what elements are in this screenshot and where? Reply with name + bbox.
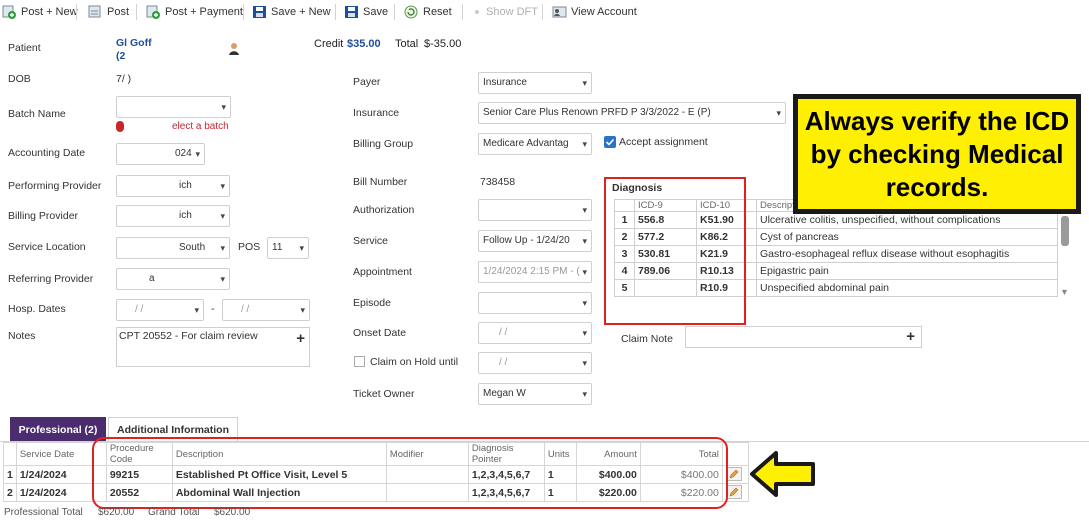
add-claim-note-icon[interactable]: +	[906, 328, 915, 345]
notes-label: Notes	[8, 330, 36, 342]
episode-label: Episode	[353, 297, 391, 309]
toolbar-divider	[542, 4, 543, 20]
accept-assignment-label: Accept assignment	[619, 136, 708, 148]
patient-label: Patient	[8, 42, 41, 54]
arrow-left-icon	[749, 449, 817, 502]
insurance-label: Insurance	[353, 107, 400, 119]
callout-annotation: Always verify the ICD by checking Medica…	[793, 94, 1081, 214]
dx-desc: Cyst of pancreas	[756, 228, 1058, 246]
claim-note-field[interactable]: +	[685, 326, 922, 348]
view-account-button[interactable]: View Account	[552, 2, 637, 22]
diagnosis-highlight-box	[604, 177, 746, 325]
credit-label: Credit	[314, 38, 344, 50]
toolbar-divider	[243, 4, 244, 20]
edit-icon[interactable]	[725, 466, 742, 481]
dob-label: DOB	[8, 73, 31, 85]
appointment-label: Appointment	[353, 266, 412, 278]
post-new-icon	[2, 5, 17, 19]
grand-total-label: Grand Total	[148, 507, 200, 518]
svc-num: 1	[3, 465, 17, 484]
claim-hold-label: Claim on Hold until	[370, 356, 459, 368]
bill-number-label: Bill Number	[353, 176, 408, 188]
professional-total-label: Professional Total	[4, 507, 83, 518]
service-select[interactable]: Follow Up - 1/24/20	[478, 230, 592, 252]
grand-total-value: $620.00	[214, 507, 251, 518]
account-icon	[552, 5, 567, 19]
bill-number-value: 738458	[480, 176, 516, 188]
payer-label: Payer	[353, 76, 381, 88]
reset-icon	[404, 5, 419, 19]
dx-desc: Unspecified abdominal pain	[756, 279, 1058, 297]
toolbar-divider	[76, 4, 77, 20]
ticket-owner-select[interactable]: Megan W	[478, 383, 592, 405]
authorization-select[interactable]	[478, 199, 592, 221]
onset-date-label: Onset Date	[353, 327, 407, 339]
professional-total-value: $620.00	[98, 507, 135, 518]
referring-provider-label: Referring Provider	[8, 273, 94, 285]
total-value: $-35.00	[424, 38, 462, 50]
hosp-dates-label: Hosp. Dates	[8, 303, 66, 315]
dft-icon	[472, 5, 482, 19]
dx-desc: Ulcerative colitis, unspecified, without…	[756, 211, 1058, 229]
billing-provider-label: Billing Provider	[8, 210, 79, 222]
total-label: Total	[395, 38, 419, 50]
services-highlight-box	[92, 437, 728, 509]
batch-name-label: Batch Name	[8, 108, 66, 120]
insurance-select[interactable]: Senior Care Plus Renown PRFD P 3/3/2022 …	[478, 102, 786, 124]
patient-avatar-icon[interactable]	[228, 42, 240, 59]
toolbar-divider	[394, 4, 395, 20]
service-label: Service	[353, 235, 389, 247]
episode-select[interactable]	[478, 292, 592, 314]
toolbar-divider	[462, 4, 463, 20]
claim-note-label: Claim Note	[621, 333, 673, 345]
diagnosis-scrollbar[interactable]	[1061, 216, 1069, 246]
toolbar-divider	[136, 4, 137, 20]
authorization-label: Authorization	[353, 204, 415, 216]
post-button[interactable]: Post	[88, 2, 129, 22]
save-new-button[interactable]: Save + New	[252, 2, 331, 22]
accounting-date-label: Accounting Date	[8, 147, 86, 159]
billing-group-select[interactable]: Medicare Advantag	[478, 133, 592, 155]
accept-assignment-checkbox[interactable]	[604, 136, 616, 148]
hosp-to-date[interactable]: / /	[222, 299, 310, 321]
patient-name-link[interactable]: Gl Goff	[116, 37, 152, 49]
scroll-down-icon[interactable]: ▼	[1060, 287, 1069, 297]
add-note-icon[interactable]: +	[296, 330, 305, 347]
edit-icon[interactable]	[725, 484, 742, 499]
appointment-select[interactable]: 1/24/2024 2:15 PM - (	[478, 261, 592, 283]
save-icon	[344, 5, 359, 19]
post-payment-button[interactable]: Post + Payment	[146, 2, 243, 22]
show-dft-button[interactable]: Show DFT	[472, 2, 538, 22]
save-button[interactable]: Save	[344, 2, 388, 22]
svc-num: 2	[3, 483, 17, 502]
credit-value: $35.00	[347, 38, 381, 50]
dx-desc: Epigastric pain	[756, 262, 1058, 280]
toolbar-divider	[335, 4, 336, 20]
toolbar: Post + New Post Post + Payment Save + Ne…	[0, 0, 1089, 24]
billing-group-label: Billing Group	[353, 138, 414, 150]
performing-provider-label: Performing Provider	[8, 180, 102, 192]
post-payment-icon	[146, 5, 161, 19]
post-new-button[interactable]: Post + New	[2, 2, 78, 22]
hosp-date-separator: -	[211, 303, 215, 315]
save-icon	[252, 5, 267, 19]
dx-desc: Gastro-esophageal reflux disease without…	[756, 245, 1058, 263]
payer-select[interactable]: Insurance	[478, 72, 592, 94]
batch-error-text: elect a batch	[172, 121, 229, 132]
pos-select[interactable]: 11	[267, 237, 309, 259]
claim-hold-checkbox[interactable]	[354, 356, 365, 367]
service-location-label: Service Location	[8, 241, 86, 253]
ticket-owner-label: Ticket Owner	[353, 388, 415, 400]
post-icon	[88, 5, 103, 19]
patient-id: (2	[116, 50, 126, 62]
svc-header-num	[3, 442, 17, 466]
claim-hold-date-picker[interactable]: / /	[478, 352, 592, 374]
reset-button[interactable]: Reset	[404, 2, 452, 22]
tab-professional[interactable]: Professional (2)	[10, 417, 106, 441]
pos-label: POS	[238, 241, 261, 253]
onset-date-picker[interactable]: / /	[478, 322, 592, 344]
